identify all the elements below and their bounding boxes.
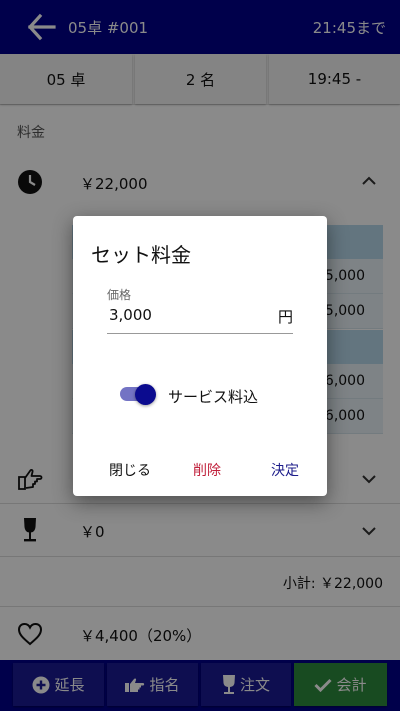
price-unit: 円 [277,308,293,326]
confirm-button[interactable]: 決定 [271,460,299,480]
price-input-underline [107,333,293,334]
delete-button[interactable]: 削除 [193,460,221,480]
service-included-label: サービス料込 [168,388,259,406]
price-field-label: 価格 [107,288,132,302]
service-included-toggle[interactable] [120,384,158,405]
dialog-title: セット料金 [91,243,191,267]
price-input[interactable]: 3,000 [109,306,152,324]
toggle-knob [135,384,156,405]
close-button[interactable]: 閉じる [109,460,151,480]
set-fee-dialog: セット料金 価格 3,000 円 サービス料込 閉じる 削除 決定 [73,216,327,496]
